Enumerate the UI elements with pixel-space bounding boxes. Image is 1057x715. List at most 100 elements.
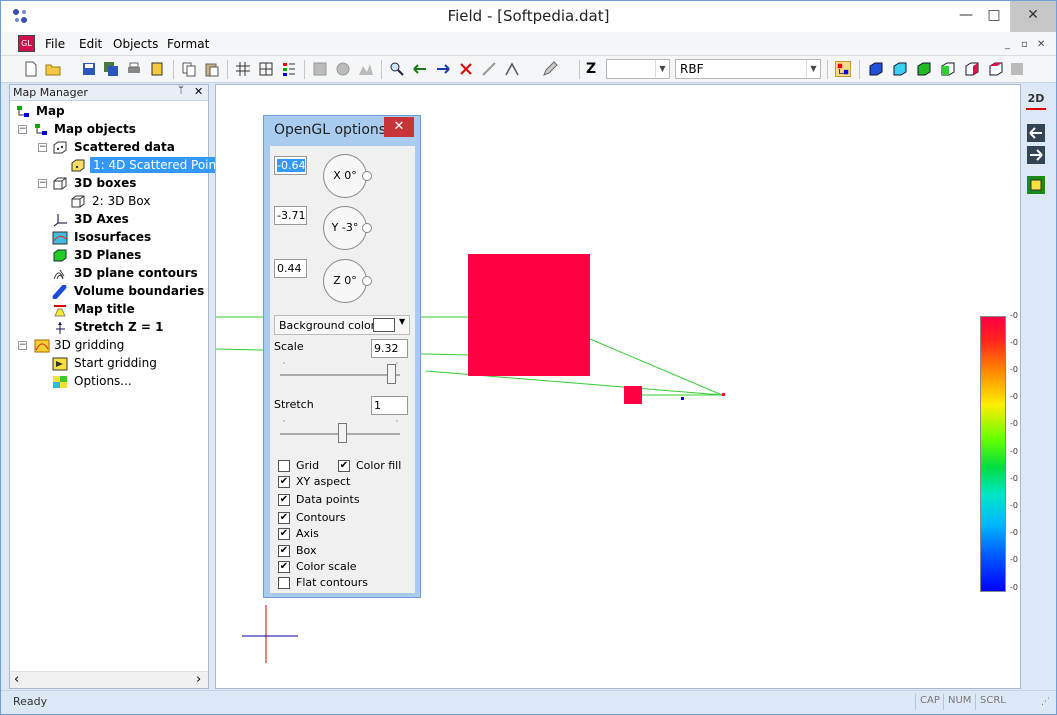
collapse-icon[interactable]: − — [38, 179, 47, 188]
tree-item-stretch-z[interactable]: Stretch Z = 1 — [12, 319, 202, 337]
cube-view-3-icon[interactable] — [916, 61, 932, 77]
tree-item-3d-plane-contours[interactable]: 3D plane contours — [12, 265, 202, 283]
tree-item-3d-axes[interactable]: 3D Axes — [12, 211, 202, 229]
view-2d-button[interactable]: 2D — [1026, 92, 1046, 110]
panel-close-icon[interactable]: ✕ — [194, 85, 203, 98]
flat-contours-checkbox[interactable]: Flat contours — [278, 576, 398, 591]
pencil-icon[interactable] — [542, 61, 558, 77]
back-arrow-icon[interactable] — [1027, 124, 1045, 142]
checkbox-box[interactable] — [278, 577, 290, 589]
flat-view-icon[interactable] — [312, 61, 328, 77]
menu-format[interactable]: Format — [167, 37, 209, 51]
open-folder-icon[interactable] — [45, 61, 61, 77]
contours-checkbox[interactable]: ✔ Contours — [278, 511, 398, 526]
delete-point-icon[interactable] — [458, 61, 474, 77]
resize-grip-icon[interactable]: ⋰ — [1041, 697, 1050, 707]
checkbox-box[interactable]: ✔ — [278, 528, 290, 540]
tree-item-start-gridding[interactable]: Start gridding — [12, 355, 202, 373]
3d-view-icon[interactable] — [335, 61, 351, 77]
chevron-down-icon[interactable]: ▼ — [806, 60, 820, 78]
rotation-z-knob[interactable]: Z 0° — [323, 259, 372, 303]
scroll-left-icon[interactable]: ‹ — [14, 672, 19, 687]
menu-file[interactable]: File — [45, 37, 65, 51]
cube-view-1-icon[interactable] — [868, 61, 884, 77]
tree-item-volume-boundaries[interactable]: Volume boundaries — [12, 283, 204, 301]
menu-objects[interactable]: Objects — [113, 37, 158, 51]
tree-item-4d-scattered-points[interactable]: 1: 4D Scattered Points — [12, 157, 231, 175]
rotation-y-knob[interactable]: Y -3° — [323, 206, 372, 250]
scale-slider-thumb[interactable] — [386, 364, 396, 384]
color-fill-checkbox[interactable]: ✔ Color fill — [338, 459, 408, 474]
gridding-method-combo[interactable]: RBF ▼ — [675, 59, 821, 79]
mdi-close-button[interactable]: ✕ — [1037, 39, 1045, 50]
rotation-z-input[interactable]: 0.44 — [274, 259, 307, 278]
collapse-icon[interactable]: − — [38, 143, 47, 152]
scroll-right-icon[interactable]: › — [196, 672, 201, 687]
tree-item-3d-gridding[interactable]: − 3D gridding — [12, 337, 202, 355]
legend-icon[interactable] — [281, 61, 297, 77]
tree-item-3d-planes[interactable]: 3D Planes — [12, 247, 202, 265]
new-file-icon[interactable] — [23, 61, 39, 77]
z-field-combo[interactable]: ▼ — [606, 59, 670, 79]
tree-item-3d-box[interactable]: 2: 3D Box — [12, 193, 202, 211]
background-color-button[interactable]: Background color ▼ — [274, 315, 410, 335]
tree-item-map-title[interactable]: Map title — [12, 301, 202, 319]
rotation-x-input[interactable]: -0.64 — [274, 156, 307, 175]
chevron-down-icon[interactable]: ▼ — [399, 317, 405, 326]
color-scale-checkbox[interactable]: ✔ Color scale — [278, 560, 398, 575]
tree-item-map-objects[interactable]: − Map objects — [12, 121, 202, 139]
arrow-left-icon[interactable] — [412, 61, 428, 77]
pin-icon[interactable]: ᛘ — [178, 85, 184, 96]
measure-icon[interactable] — [481, 61, 497, 77]
xy-aspect-checkbox[interactable]: ✔ XY aspect — [278, 475, 398, 490]
dialog-close-button[interactable]: ✕ — [384, 117, 414, 137]
maximize-button[interactable]: □ — [977, 1, 1011, 32]
scale-slider[interactable] — [280, 374, 400, 376]
horizontal-scrollbar[interactable]: ‹ › — [10, 671, 208, 688]
mdi-restore-button[interactable]: ▫ — [1021, 39, 1028, 50]
data-points-checkbox[interactable]: ✔ Data points — [278, 493, 398, 508]
rotation-x-knob[interactable]: X 0° — [323, 154, 372, 198]
arrow-right-icon[interactable] — [435, 61, 451, 77]
axis-checkbox[interactable]: ✔ Axis — [278, 527, 398, 542]
fit-view-icon[interactable] — [1027, 176, 1045, 194]
checkbox-box[interactable]: ✔ — [338, 460, 350, 472]
collapse-icon[interactable]: − — [18, 341, 27, 350]
checkbox-box[interactable]: ✔ — [278, 494, 290, 506]
tree-item-options[interactable]: Options... — [12, 373, 202, 391]
document-logo-icon[interactable]: GL — [18, 35, 35, 52]
zoom-icon[interactable] — [389, 61, 405, 77]
grid-points-icon[interactable] — [258, 61, 274, 77]
print-icon[interactable] — [126, 61, 142, 77]
mdi-minimize-button[interactable]: _ — [1005, 39, 1010, 50]
save-all-icon[interactable] — [103, 61, 119, 77]
close-button[interactable]: ✕ — [1010, 1, 1056, 32]
print-preview-icon[interactable] — [149, 61, 165, 77]
plot-color-icon[interactable] — [835, 61, 851, 77]
tree-item-isosurfaces[interactable]: Isosurfaces — [12, 229, 202, 247]
tree-item-3d-boxes[interactable]: − 3D boxes — [12, 175, 202, 193]
chevron-down-icon[interactable]: ▼ — [655, 60, 669, 78]
scale-input[interactable]: 9.32 — [371, 339, 408, 358]
rotation-y-input[interactable]: -3.71 — [274, 206, 307, 225]
surface-icon[interactable] — [358, 61, 374, 77]
collapse-icon[interactable]: − — [18, 125, 27, 134]
save-icon[interactable] — [81, 61, 97, 77]
cube-view-2-icon[interactable] — [892, 61, 908, 77]
checkbox-box[interactable]: ✔ — [278, 545, 290, 557]
cube-view-5-icon[interactable] — [964, 61, 980, 77]
copy-icon[interactable] — [181, 61, 197, 77]
tree-item-scattered-data[interactable]: − Scattered data — [12, 139, 202, 157]
cube-view-6-icon[interactable] — [988, 61, 1004, 77]
cube-view-4-icon[interactable] — [940, 61, 956, 77]
checkbox-box[interactable]: ✔ — [278, 512, 290, 524]
stretch-slider-thumb[interactable] — [337, 423, 347, 443]
grid-icon[interactable] — [235, 61, 251, 77]
menu-edit[interactable]: Edit — [79, 37, 102, 51]
grid-checkbox[interactable]: Grid — [278, 459, 338, 474]
forward-arrow-icon[interactable] — [1027, 146, 1045, 164]
tree-item-map[interactable]: Map — [12, 103, 202, 121]
box-checkbox[interactable]: ✔ Box — [278, 544, 398, 559]
paste-icon[interactable] — [204, 61, 220, 77]
checkbox-box[interactable] — [278, 460, 290, 472]
